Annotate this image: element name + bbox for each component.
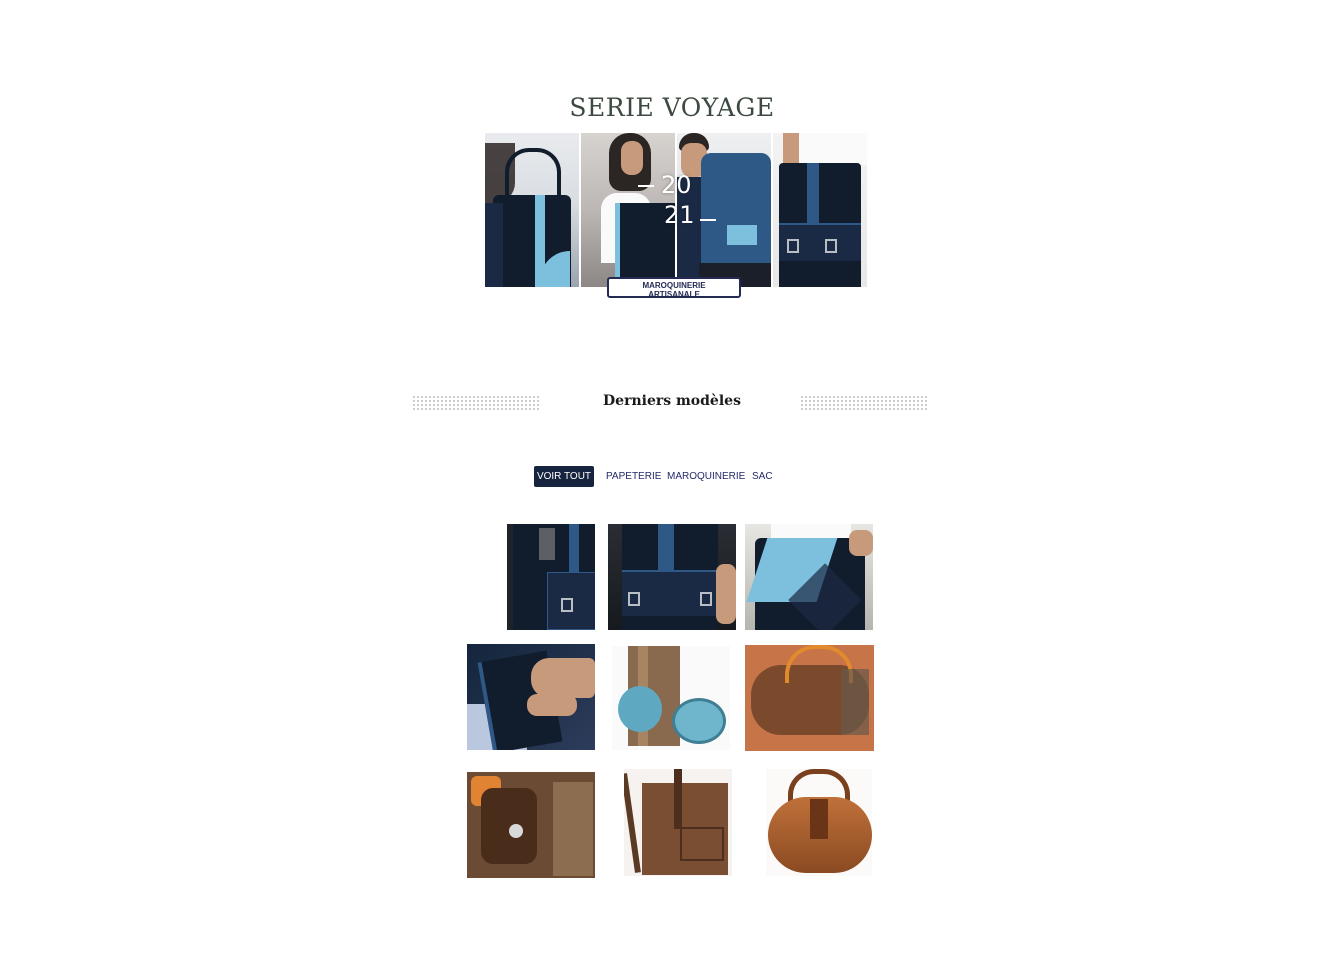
year-top: 20 (661, 171, 692, 199)
product-cable-organizer[interactable] (612, 646, 730, 750)
hero-title: SERIE VOYAGE (569, 93, 775, 122)
product-satchel-blue-flap[interactable] (745, 524, 873, 630)
product-backpack-side[interactable] (497, 524, 595, 630)
filter-tab-voir-tout[interactable]: VOIR TOUT (534, 466, 594, 487)
hero-photo-backpack (773, 133, 867, 287)
badge-line-2: ARTISANALE (648, 290, 700, 299)
filter-tab-sac[interactable]: SAC (752, 466, 773, 487)
filter-tab-papeterie[interactable]: PAPETERIE (606, 466, 661, 487)
year-bottom: 21 (664, 201, 695, 229)
badge-line-1: MAROQUINERIE (642, 281, 706, 290)
decorative-dots-right (800, 395, 928, 412)
product-leather-duffel[interactable] (766, 769, 872, 876)
hero-photo-handbag (485, 133, 579, 287)
decorative-dots-left (412, 395, 540, 412)
product-leather-keyholder[interactable] (467, 772, 595, 878)
filter-tab-maroquinerie[interactable]: MAROQUINERIE (667, 466, 745, 487)
hero-photo-woman (581, 133, 675, 287)
year-dash-right (700, 219, 716, 221)
product-backpack-front[interactable] (608, 524, 736, 630)
product-wallet-in-hand[interactable] (467, 644, 595, 750)
product-suede-duffel[interactable] (745, 645, 874, 751)
product-suede-crossbody[interactable] (624, 769, 732, 876)
section-title: Derniers modèles (603, 393, 741, 409)
maroquinerie-artisanale-badge: MAROQUINERIE ARTISANALE (607, 277, 741, 299)
year-dash-left (638, 185, 654, 187)
